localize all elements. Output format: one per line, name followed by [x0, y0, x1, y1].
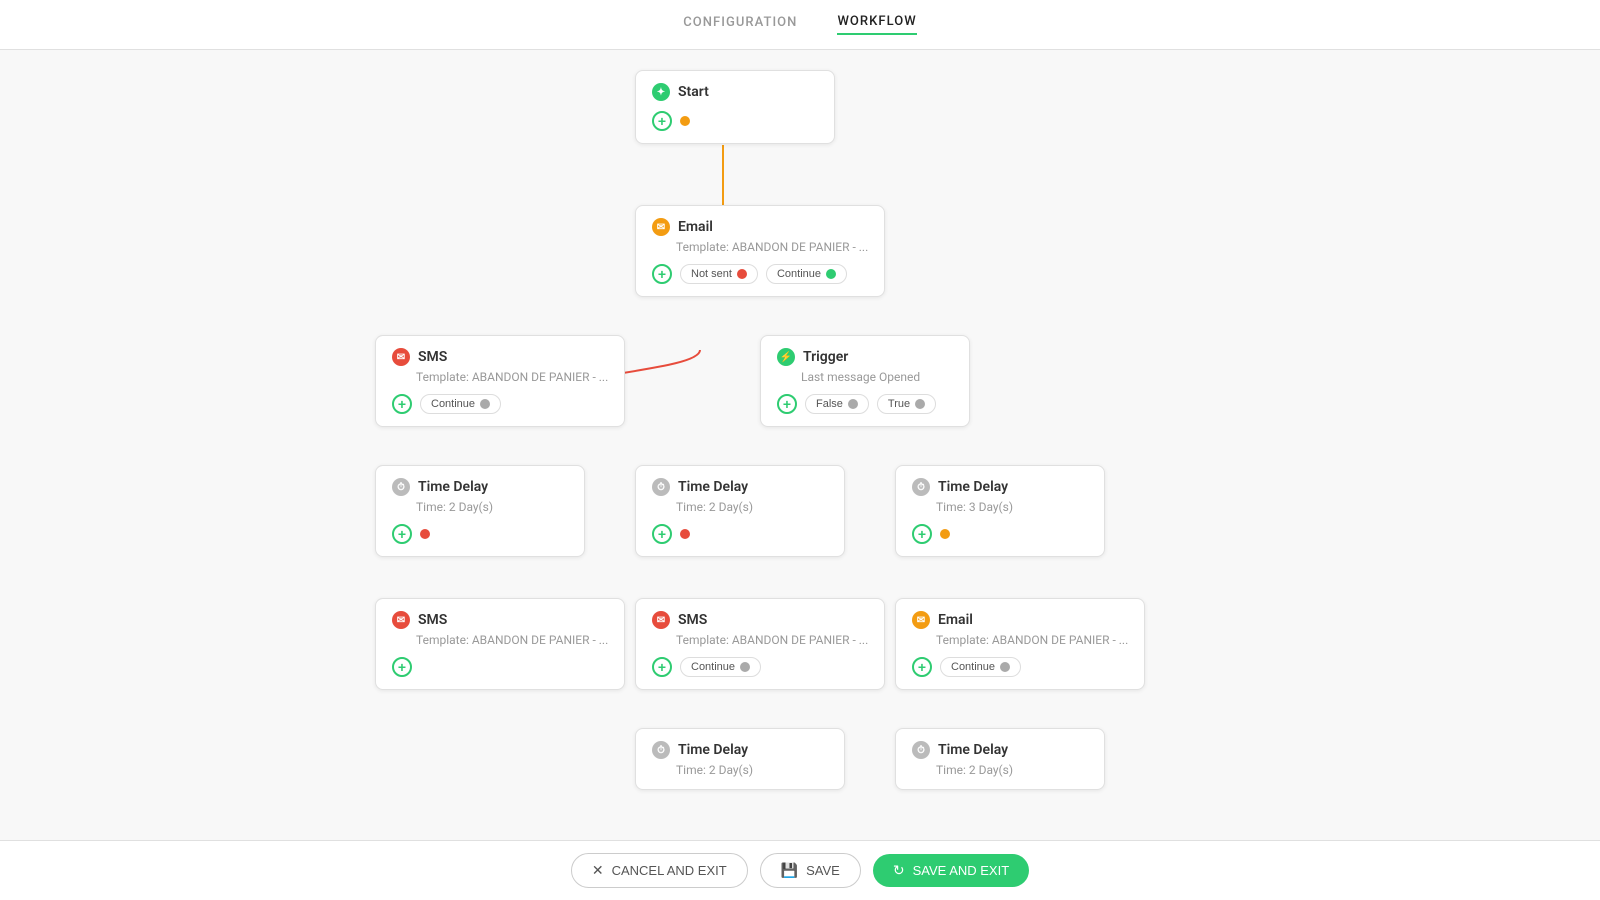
start-add-button[interactable]: + [652, 111, 672, 131]
sms2-subtitle: Template: ABANDON DE PANIER - ... [416, 633, 608, 647]
trigger1-icon: ⚡ [777, 348, 795, 366]
trigger1-add-button[interactable]: + [777, 394, 797, 414]
cancel-label: CANCEL AND EXIT [612, 863, 727, 878]
node-timedelay3: ⏱ Time Delay Time: 3 Day(s) + [895, 465, 1105, 557]
sms1-add-button[interactable]: + [392, 394, 412, 414]
email1-continue-button[interactable]: Continue [766, 264, 847, 284]
timedelay1-output-dot [420, 529, 430, 539]
sms1-continue-button[interactable]: Continue [420, 394, 501, 414]
save-button[interactable]: 💾 SAVE [760, 853, 861, 888]
timedelay1-add-button[interactable]: + [392, 524, 412, 544]
node-timedelay1: ⏱ Time Delay Time: 2 Day(s) + [375, 465, 585, 557]
timedelay1-label: Time Delay [418, 479, 488, 495]
node-start: ✦ Start + [635, 70, 835, 144]
connectors-svg [0, 50, 1600, 840]
timedelay3-icon: ⏱ [912, 478, 930, 496]
timedelay2-add-button[interactable]: + [652, 524, 672, 544]
timedelay3-output-dot [940, 529, 950, 539]
email2-subtitle: Template: ABANDON DE PANIER - ... [936, 633, 1128, 647]
sms2-label: SMS [418, 612, 447, 628]
node-timedelay4: ⏱ Time Delay Time: 2 Day(s) [635, 728, 845, 790]
trigger1-subtitle: Last message Opened [801, 370, 953, 384]
timedelay1-subtitle: Time: 2 Day(s) [416, 500, 568, 514]
email1-subtitle: Template: ABANDON DE PANIER - ... [676, 240, 868, 254]
header: CONFIGURATION WORKFLOW [0, 0, 1600, 50]
node-sms2: ✉ SMS Template: ABANDON DE PANIER - ... … [375, 598, 625, 690]
email1-icon: ✉ [652, 218, 670, 236]
start-icon: ✦ [652, 83, 670, 101]
save-exit-icon: ↻ [893, 862, 905, 879]
sms3-icon: ✉ [652, 611, 670, 629]
email2-icon: ✉ [912, 611, 930, 629]
timedelay4-icon: ⏱ [652, 741, 670, 759]
email1-notsent-button[interactable]: Not sent [680, 264, 758, 284]
timedelay2-icon: ⏱ [652, 478, 670, 496]
sms2-add-button[interactable]: + [392, 657, 412, 677]
timedelay4-label: Time Delay [678, 742, 748, 758]
timedelay4-subtitle: Time: 2 Day(s) [676, 763, 828, 777]
cancel-icon: ✕ [592, 862, 604, 879]
node-sms3: ✉ SMS Template: ABANDON DE PANIER - ... … [635, 598, 885, 690]
timedelay1-icon: ⏱ [392, 478, 410, 496]
trigger1-false-button[interactable]: False [805, 394, 869, 414]
bottom-bar: ✕ CANCEL AND EXIT 💾 SAVE ↻ SAVE AND EXIT [0, 840, 1600, 900]
save-exit-button[interactable]: ↻ SAVE AND EXIT [873, 854, 1029, 887]
timedelay2-output-dot [680, 529, 690, 539]
node-timedelay2: ⏱ Time Delay Time: 2 Day(s) + [635, 465, 845, 557]
sms3-subtitle: Template: ABANDON DE PANIER - ... [676, 633, 868, 647]
timedelay5-icon: ⏱ [912, 741, 930, 759]
save-exit-label: SAVE AND EXIT [913, 863, 1010, 878]
workflow-canvas: ✦ Start + ✉ Email Template: ABANDON DE P… [0, 50, 1600, 840]
sms2-icon: ✉ [392, 611, 410, 629]
node-email2: ✉ Email Template: ABANDON DE PANIER - ..… [895, 598, 1145, 690]
timedelay5-label: Time Delay [938, 742, 1008, 758]
sms3-add-button[interactable]: + [652, 657, 672, 677]
node-timedelay5: ⏱ Time Delay Time: 2 Day(s) [895, 728, 1105, 790]
sms1-label: SMS [418, 349, 447, 365]
email1-label: Email [678, 219, 713, 235]
email1-add-button[interactable]: + [652, 264, 672, 284]
timedelay3-add-button[interactable]: + [912, 524, 932, 544]
timedelay3-subtitle: Time: 3 Day(s) [936, 500, 1088, 514]
node-email1: ✉ Email Template: ABANDON DE PANIER - ..… [635, 205, 885, 297]
save-icon: 💾 [781, 862, 798, 879]
save-label: SAVE [806, 863, 840, 878]
start-label: Start [678, 84, 709, 100]
sms3-continue-button[interactable]: Continue [680, 657, 761, 677]
timedelay2-label: Time Delay [678, 479, 748, 495]
email2-label: Email [938, 612, 973, 628]
node-sms1: ✉ SMS Template: ABANDON DE PANIER - ... … [375, 335, 625, 427]
node-trigger1: ⚡ Trigger Last message Opened + False Tr… [760, 335, 970, 427]
tab-configuration[interactable]: CONFIGURATION [683, 15, 797, 34]
trigger1-label: Trigger [803, 349, 848, 365]
email2-add-button[interactable]: + [912, 657, 932, 677]
tab-workflow[interactable]: WORKFLOW [837, 14, 916, 35]
timedelay3-label: Time Delay [938, 479, 1008, 495]
timedelay2-subtitle: Time: 2 Day(s) [676, 500, 828, 514]
sms3-label: SMS [678, 612, 707, 628]
email2-continue-button[interactable]: Continue [940, 657, 1021, 677]
timedelay5-subtitle: Time: 2 Day(s) [936, 763, 1088, 777]
sms1-subtitle: Template: ABANDON DE PANIER - ... [416, 370, 608, 384]
start-output-dot [680, 116, 690, 126]
trigger1-true-button[interactable]: True [877, 394, 936, 414]
sms1-icon: ✉ [392, 348, 410, 366]
cancel-exit-button[interactable]: ✕ CANCEL AND EXIT [571, 853, 748, 888]
